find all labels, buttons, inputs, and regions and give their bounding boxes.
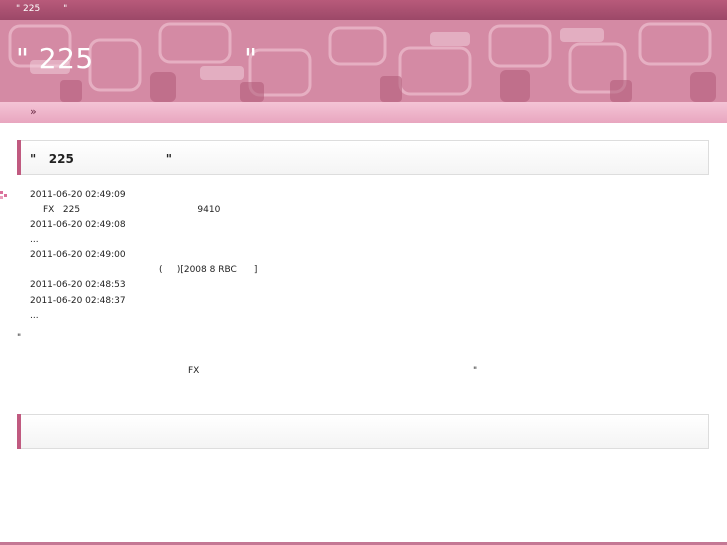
entry-timestamp[interactable]: 2011-06-20 02:48:53 [30, 280, 126, 290]
quote-close: " [473, 366, 478, 376]
entry-ellipsis: ... [30, 311, 39, 321]
double-chevron-icon[interactable]: » [30, 105, 37, 118]
tab-title: " 225 " [16, 4, 68, 14]
quote-open: " [17, 333, 22, 343]
entry-ellipsis: ... [30, 235, 39, 245]
article-title-panel: " 225 " [17, 140, 709, 175]
entry-timestamp[interactable]: 2011-06-20 02:48:37 [30, 296, 126, 306]
entry-summary: ( )[2008 8 RBC ] [159, 265, 258, 275]
article-title: " 225 " [30, 152, 172, 166]
page-header-title: " 225 " [16, 42, 258, 75]
header-banner: " 225 " [0, 20, 727, 102]
panel-accent [17, 140, 21, 175]
breadcrumb-bar: » [0, 102, 727, 123]
empty-section-panel [17, 414, 709, 449]
pink-bullet-icon [0, 191, 7, 199]
entry-timestamp[interactable]: 2011-06-20 02:49:09 [30, 190, 126, 200]
entry-timestamp[interactable]: 2011-06-20 02:49:00 [30, 250, 126, 260]
fx-text: FX [188, 366, 200, 376]
entry-summary: FX 225 9410 [43, 205, 221, 215]
top-bar: " 225 " [0, 0, 727, 20]
panel-accent [17, 414, 21, 449]
entry-timestamp[interactable]: 2011-06-20 02:49:08 [30, 220, 126, 230]
